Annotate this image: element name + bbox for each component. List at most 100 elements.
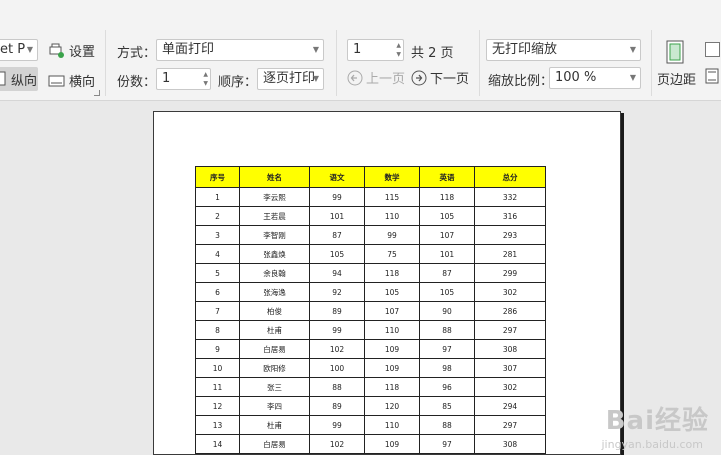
table-cell: 王若晨 <box>239 206 310 226</box>
print-preview-toolbar: et P ▼ 设置 纵向 横向 方式： 单面打印 ▼ 份数： 1 ▲▼ 顺序： <box>0 0 721 101</box>
print-mode-select[interactable]: 单面打印 ▼ <box>156 39 324 61</box>
table-cell: 杜甫 <box>239 320 310 340</box>
mode-label: 方式： <box>117 46 157 61</box>
table-cell: 286 <box>474 301 546 321</box>
table-cell: 1 <box>195 187 240 207</box>
table-row: 10 欧阳修 100 109 98 307 <box>195 358 546 378</box>
zoom-select[interactable]: 100 % ▼ <box>549 67 641 89</box>
header-footer-checkbox[interactable] <box>705 42 720 57</box>
chevron-down-icon: ▼ <box>629 45 636 54</box>
table-cell: 297 <box>474 320 546 340</box>
portrait-label: 纵向 <box>11 73 38 89</box>
table-cell: 107 <box>364 301 420 321</box>
table-cell: 87 <box>309 225 365 245</box>
spin-arrows-icon[interactable]: ▲ ▼ <box>396 41 401 59</box>
table-cell: 101 <box>309 206 365 226</box>
table-row: 7 柏俊 89 107 90 286 <box>195 301 546 321</box>
table-cell: 105 <box>364 282 420 302</box>
printer-settings-icon <box>49 43 64 58</box>
table-cell: 李智刚 <box>239 225 310 245</box>
table-cell: 88 <box>419 320 475 340</box>
table-cell: 316 <box>474 206 546 226</box>
table-cell: 87 <box>419 263 475 283</box>
page-total: 共 2 页 <box>411 46 454 61</box>
table-cell: 102 <box>309 339 365 359</box>
table-cell: 90 <box>419 301 475 321</box>
chevron-down-icon: ▼ <box>26 45 33 54</box>
toolbar-divider <box>479 30 480 96</box>
chevron-down-icon: ▼ <box>629 73 636 82</box>
table-cell: 96 <box>419 377 475 397</box>
table-cell: 307 <box>474 358 546 378</box>
printer-select[interactable]: et P ▼ <box>0 39 38 61</box>
page-number-stepper[interactable]: 1 ▲ ▼ <box>347 39 404 61</box>
table-cell: 柏俊 <box>239 301 310 321</box>
table-cell: 110 <box>364 320 420 340</box>
table-row: 2 王若晨 101 110 105 316 <box>195 206 546 226</box>
spin-arrows-icon[interactable]: ▲ ▼ <box>203 70 208 88</box>
table-cell: 3 <box>195 225 240 245</box>
table-cell: 11 <box>195 377 240 397</box>
arrow-left-circle-icon <box>347 70 363 85</box>
table-cell: 100 <box>309 358 365 378</box>
table-row: 14 白居易 102 109 97 308 <box>195 434 546 454</box>
table-row: 12 李四 89 120 85 294 <box>195 396 546 416</box>
table-row: 1 李云熙 99 115 118 332 <box>195 187 546 207</box>
table-cell: 302 <box>474 377 546 397</box>
table-cell: 294 <box>474 396 546 416</box>
table-cell: 张鑫焕 <box>239 244 310 264</box>
zoom-label: 缩放比例： <box>488 74 554 89</box>
watermark-logo: Bai经验 <box>605 406 709 436</box>
margins-button[interactable]: 页边距 <box>655 38 697 90</box>
table-cell: 118 <box>364 377 420 397</box>
portrait-button[interactable]: 纵向 <box>0 67 38 91</box>
table-cell: 98 <box>419 358 475 378</box>
landscape-button[interactable]: 横向 <box>48 71 95 90</box>
table-cell: 97 <box>419 434 475 454</box>
table-cell: 12 <box>195 396 240 416</box>
table-cell: 9 <box>195 339 240 359</box>
table-row: 11 张三 88 118 96 302 <box>195 377 546 397</box>
copies-stepper[interactable]: 1 ▲ ▼ <box>156 68 211 90</box>
table-row: 8 杜甫 99 110 88 297 <box>195 320 546 340</box>
table-cell: 97 <box>419 339 475 359</box>
table-cell: 88 <box>419 415 475 435</box>
table-header-cell: 总分 <box>474 166 546 188</box>
table-cell: 李四 <box>239 396 310 416</box>
table-cell: 107 <box>419 225 475 245</box>
table-row: 13 杜甫 99 110 88 297 <box>195 415 546 435</box>
landscape-label: 横向 <box>69 75 96 90</box>
table-cell: 109 <box>364 339 420 359</box>
table-cell: 102 <box>309 434 365 454</box>
table-cell: 88 <box>309 377 365 397</box>
copies-label: 份数： <box>117 75 157 90</box>
next-page-label: 下一页 <box>430 72 470 87</box>
table-cell: 7 <box>195 301 240 321</box>
table-cell: 118 <box>364 263 420 283</box>
next-page-button[interactable]: 下一页 <box>411 68 469 87</box>
table-cell: 92 <box>309 282 365 302</box>
margins-label: 页边距 <box>657 73 697 88</box>
table-cell: 89 <box>309 396 365 416</box>
table-cell: 281 <box>474 244 546 264</box>
table-cell: 110 <box>364 206 420 226</box>
table-cell: 李云熙 <box>239 187 310 207</box>
table-cell: 99 <box>309 187 365 207</box>
table-cell: 99 <box>309 320 365 340</box>
header-footer-icon[interactable] <box>705 68 719 84</box>
table-cell: 109 <box>364 358 420 378</box>
watermark-url: jingyan.baidu.com <box>601 438 703 451</box>
table-cell: 105 <box>309 244 365 264</box>
table-cell: 120 <box>364 396 420 416</box>
score-table: 序号 姓名 语文 数学 英语 总分 1 李云熙 99 115 118 332 2 王若晨 101… <box>195 166 546 454</box>
scale-mode-select[interactable]: 无打印缩放 ▼ <box>486 39 641 61</box>
table-cell: 299 <box>474 263 546 283</box>
toolbar-divider <box>651 30 652 96</box>
table-row: 9 白居易 102 109 97 308 <box>195 339 546 359</box>
page-margins-icon <box>666 40 684 64</box>
print-order-select[interactable]: 逐页打印 ▼ <box>257 68 324 90</box>
prev-page-button[interactable]: 上一页 <box>347 68 405 87</box>
settings-button[interactable]: 设置 <box>48 41 95 60</box>
chevron-down-icon: ▼ <box>312 45 319 54</box>
group-expand-corner-icon[interactable] <box>94 90 100 96</box>
